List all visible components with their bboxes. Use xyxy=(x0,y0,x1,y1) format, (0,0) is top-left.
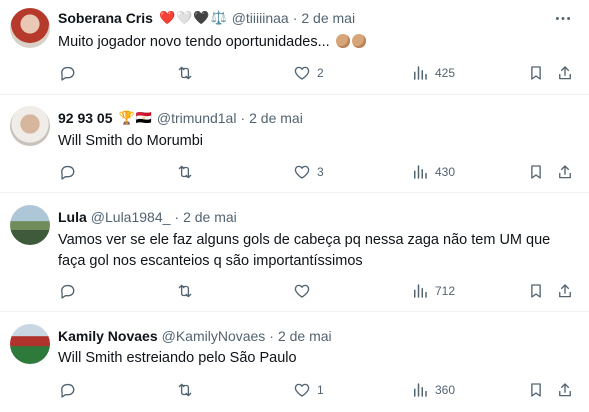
view-count: 430 xyxy=(435,165,456,179)
action-bar: 1 360 xyxy=(0,379,589,401)
display-name[interactable]: Kamily Novaes xyxy=(58,328,158,344)
bookmark-icon xyxy=(531,165,541,179)
like-icon xyxy=(294,284,310,298)
bookmark-button[interactable] xyxy=(527,379,545,401)
like-count: 3 xyxy=(317,165,324,179)
retweet-icon xyxy=(178,165,192,179)
like-count: 2 xyxy=(317,66,324,80)
retweet-button[interactable] xyxy=(176,161,194,183)
share-icon xyxy=(559,66,571,80)
name-emoji: ❤️🤍🖤⚖️ xyxy=(158,10,228,26)
reply-icon xyxy=(61,66,75,81)
reply-button[interactable] xyxy=(58,280,76,302)
user-handle[interactable]: @tiiiiinaa xyxy=(232,10,289,26)
reply-button[interactable] xyxy=(58,62,76,84)
avatar[interactable] xyxy=(10,324,50,364)
view-count: 712 xyxy=(435,284,456,298)
bookmark-icon xyxy=(531,383,541,397)
tweet-header: Kamily Novaes @KamilyNovaes · 2 de mai xyxy=(58,327,332,345)
avatar[interactable] xyxy=(10,8,50,48)
view-count: 360 xyxy=(435,383,456,397)
retweet-button[interactable] xyxy=(176,62,194,84)
separator-dot: · xyxy=(292,10,298,26)
like-icon xyxy=(294,66,310,80)
tweet-header: Lula @Lula1984_ · 2 de mai xyxy=(58,208,237,226)
retweet-button[interactable] xyxy=(176,280,194,302)
retweet-icon xyxy=(178,383,192,397)
share-icon xyxy=(559,284,571,298)
like-icon xyxy=(294,165,310,179)
bookmark-button[interactable] xyxy=(527,62,545,84)
reply-feed: Soberana Cris ❤️🤍🖤⚖️ @tiiiiinaa · 2 de m… xyxy=(0,0,589,412)
separator-dot: · xyxy=(269,328,274,344)
tweet-text: Vamos ver se ele faz alguns gols de cabe… xyxy=(58,232,551,269)
like-icon xyxy=(294,383,310,397)
user-handle[interactable]: @KamilyNovaes xyxy=(162,328,266,344)
retweet-icon xyxy=(178,66,192,80)
like-button[interactable]: 3 xyxy=(293,161,324,183)
share-button[interactable] xyxy=(556,161,574,183)
bookmark-icon xyxy=(531,284,541,298)
tweet-2[interactable]: 92 93 05 🏆🇪🇬 @trimund1al · 2 de mai Will… xyxy=(0,95,589,193)
tweet-3[interactable]: Lula @Lula1984_ · 2 de mai Vamos ver se … xyxy=(0,193,589,312)
action-bar: 3 430 xyxy=(0,161,589,183)
action-bar: 2 425 xyxy=(0,62,589,84)
separator-dot: · xyxy=(174,209,180,225)
views-icon xyxy=(414,284,427,298)
bookmark-icon xyxy=(531,66,541,80)
views-button[interactable]: 425 xyxy=(411,62,455,84)
avatar[interactable] xyxy=(10,106,50,146)
retweet-icon xyxy=(178,284,192,298)
timestamp[interactable]: 2 de mai xyxy=(301,10,355,26)
bookmark-button[interactable] xyxy=(527,161,545,183)
views-button[interactable]: 712 xyxy=(411,280,455,302)
clapping-hands-emoji xyxy=(334,32,366,53)
user-handle[interactable]: @trimund1al xyxy=(157,110,237,126)
like-count: 1 xyxy=(317,383,324,397)
views-icon xyxy=(414,165,427,179)
timestamp[interactable]: 2 de mai xyxy=(183,209,237,225)
reply-button[interactable] xyxy=(58,379,76,401)
display-name[interactable]: Soberana Cris xyxy=(58,10,153,26)
tweet-4[interactable]: Kamily Novaes @KamilyNovaes · 2 de mai W… xyxy=(0,312,589,412)
tweet-text: Muito jogador novo tendo oportunidades..… xyxy=(58,34,330,50)
name-emoji: 🏆🇪🇬 xyxy=(118,110,153,126)
view-count: 425 xyxy=(435,66,456,80)
more-icon[interactable] xyxy=(553,10,573,26)
share-button[interactable] xyxy=(556,379,574,401)
tweet-header: 92 93 05 🏆🇪🇬 @trimund1al · 2 de mai xyxy=(58,109,303,127)
avatar[interactable] xyxy=(10,205,50,245)
views-button[interactable]: 430 xyxy=(411,161,455,183)
views-button[interactable]: 360 xyxy=(411,379,455,401)
reply-icon xyxy=(61,383,75,398)
timestamp[interactable]: 2 de mai xyxy=(278,328,332,344)
tweet-1[interactable]: Soberana Cris ❤️🤍🖤⚖️ @tiiiiinaa · 2 de m… xyxy=(0,0,589,95)
like-button[interactable]: 2 xyxy=(293,62,324,84)
share-icon xyxy=(559,383,571,397)
retweet-button[interactable] xyxy=(176,379,194,401)
bookmark-button[interactable] xyxy=(527,280,545,302)
reply-icon xyxy=(61,165,75,180)
share-icon xyxy=(559,165,571,179)
reply-icon xyxy=(61,284,75,299)
reply-button[interactable] xyxy=(58,161,76,183)
views-icon xyxy=(414,66,427,80)
user-handle[interactable]: @Lula1984_ xyxy=(91,209,171,225)
display-name[interactable]: 92 93 05 xyxy=(58,110,113,126)
like-button[interactable] xyxy=(293,280,311,302)
display-name[interactable]: Lula xyxy=(58,209,87,225)
tweet-text: Will Smith estreiando pelo São Paulo xyxy=(58,350,297,366)
tweet-text-row: Muito jogador novo tendo oportunidades..… xyxy=(58,32,573,53)
tweet-header: Soberana Cris ❤️🤍🖤⚖️ @tiiiiinaa · 2 de m… xyxy=(58,9,355,27)
timestamp[interactable]: 2 de mai xyxy=(249,110,303,126)
like-button[interactable]: 1 xyxy=(293,379,324,401)
tweet-text: Will Smith do Morumbi xyxy=(58,133,204,149)
share-button[interactable] xyxy=(556,280,574,302)
views-icon xyxy=(414,383,427,397)
share-button[interactable] xyxy=(556,62,574,84)
separator-dot: · xyxy=(240,110,246,126)
action-bar: 712 xyxy=(0,280,589,302)
